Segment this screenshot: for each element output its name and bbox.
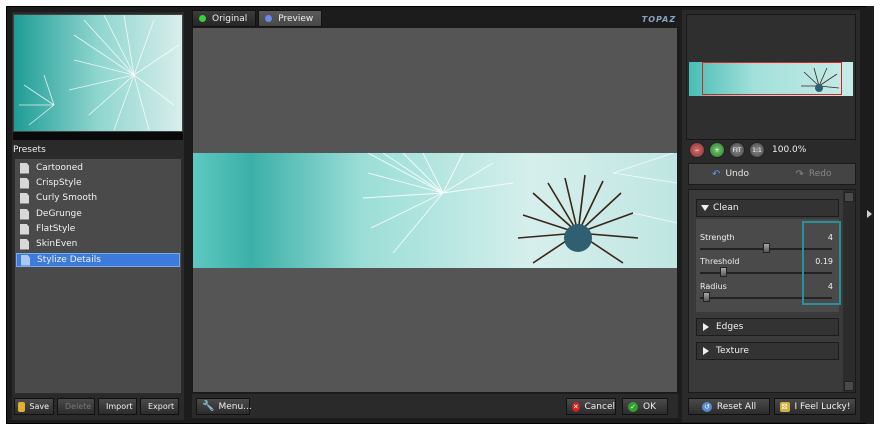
undo-button[interactable]: ↶ Undo [689,169,772,180]
presets-header: Presets [13,145,46,155]
tab-original[interactable]: Original [192,10,257,27]
document-icon [20,177,29,189]
zoom-actual-size-icon[interactable]: 1:1 [749,142,765,158]
document-icon [20,223,29,235]
radius-label: Radius [700,282,727,291]
preset-item-cartooned[interactable]: Cartooned [16,161,180,175]
save-icon [18,401,26,412]
collapsed-triangle-icon [703,323,709,331]
document-icon [20,162,29,174]
import-button[interactable]: Import [98,398,137,415]
preset-item-stylize-details[interactable]: Stylize Details [16,253,180,267]
cancel-icon: ✕ [572,401,580,412]
thumbnail-strip [13,132,183,140]
right-action-buttons: ↺ Reset All ⚄ I Feel Lucky! [688,398,856,415]
preset-item-crispstyle[interactable]: CrispStyle [16,176,180,190]
preset-item-degrunge[interactable]: DeGrunge [16,207,180,221]
scroll-down-icon[interactable] [844,381,854,391]
collapsed-triangle-icon [703,347,709,355]
redo-button[interactable]: ↷ Redo [772,169,855,180]
history-bar: ↶ Undo ↷ Redo [688,163,856,185]
preset-label: DeGrunge [36,209,82,219]
original-dot-icon [199,15,206,22]
menu-button[interactable]: 🔧 Menu... [196,398,252,415]
lucky-dice-icon: ⚄ [779,401,790,412]
strength-label: Strength [700,233,735,242]
zoom-controls: − + FIT 1:1 100.0% [689,142,806,158]
zoom-out-icon[interactable]: − [689,142,705,158]
preset-buttons: Save Delete Import Export [14,398,179,415]
topaz-logo: TOPAZ [641,14,677,24]
strength-slider-handle[interactable] [762,243,770,253]
preset-item-flatstyle[interactable]: FlatStyle [16,222,180,236]
preset-label: SkinEven [36,239,78,249]
reset-all-button[interactable]: ↺ Reset All [688,398,770,415]
zoom-in-icon[interactable]: + [709,142,725,158]
save-button[interactable]: Save [14,398,54,415]
export-button[interactable]: Export [140,398,179,415]
preset-label: Curly Smooth [36,193,98,203]
i-feel-lucky-button[interactable]: ⚄ I Feel Lucky! [774,398,856,415]
ok-button[interactable]: ✓ OK [622,398,668,415]
preset-item-skineven[interactable]: SkinEven [16,237,180,251]
section-edges-header[interactable]: Edges [696,318,839,336]
preset-label: CrispStyle [36,178,82,188]
navigator-viewport-rect[interactable] [702,62,842,95]
preset-item-curly-smooth[interactable]: Curly Smooth [16,191,180,205]
preset-label: FlatStyle [36,224,76,234]
value-highlight-box [802,221,841,305]
undo-arrow-icon: ↶ [712,168,721,180]
preset-thumbnail [13,14,183,132]
preview-dot-icon [265,15,273,22]
settings-scrollbar[interactable] [843,190,855,392]
expanded-triangle-icon [701,205,709,211]
reset-icon: ↺ [701,401,712,412]
document-icon [21,254,30,266]
section-texture-header[interactable]: Texture [696,342,839,360]
redo-arrow-icon: ↷ [795,168,804,180]
document-icon [20,238,29,250]
radius-slider-handle[interactable] [702,292,710,302]
preview-image [193,153,677,268]
document-icon [20,192,29,204]
delete-button[interactable]: Delete [57,398,95,415]
section-clean-header[interactable]: Clean [696,199,839,217]
view-tabs: Original Preview [192,10,324,27]
threshold-label: Threshold [700,257,740,266]
preset-label: Stylize Details [37,255,101,265]
scroll-up-icon[interactable] [844,192,854,202]
document-icon [20,208,29,220]
threshold-slider-handle[interactable] [720,267,727,277]
tab-preview[interactable]: Preview [258,10,323,27]
ok-check-icon: ✓ [628,401,638,412]
preset-label: Cartooned [36,163,83,173]
collapse-arrow-icon[interactable] [867,210,872,218]
wrench-icon: 🔧 [202,401,215,412]
zoom-level: 100.0% [772,145,807,155]
zoom-fit-icon[interactable]: FIT [729,142,745,158]
cancel-button[interactable]: ✕ Cancel [566,398,616,415]
